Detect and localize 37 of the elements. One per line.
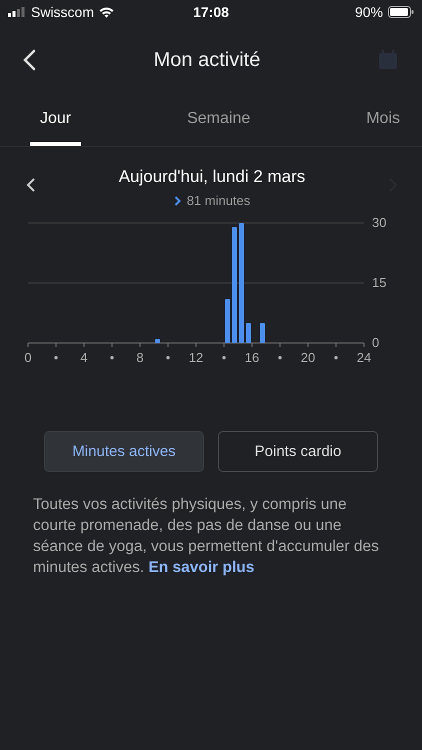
x-axis-label: • <box>166 350 170 365</box>
learn-more-link[interactable]: En savoir plus <box>148 559 254 576</box>
x-axis-label: 24 <box>356 350 372 365</box>
activity-bar <box>155 339 160 343</box>
battery-percent: 90% <box>354 4 383 20</box>
x-axis-label: • <box>222 350 226 365</box>
signal-icon <box>8 7 26 17</box>
y-axis-label: 0 <box>372 335 380 350</box>
chevron-icon <box>174 196 181 206</box>
wifi-icon <box>99 6 114 18</box>
x-axis-label: 0 <box>24 350 32 365</box>
activity-bar <box>260 323 265 343</box>
period-tab[interactable]: Mois <box>356 96 410 146</box>
x-axis-label: 12 <box>188 350 204 365</box>
y-axis-label: 30 <box>372 215 386 230</box>
x-axis-label: 20 <box>300 350 316 365</box>
metric-button[interactable]: Points cardio <box>218 431 378 472</box>
battery-icon <box>388 6 414 18</box>
x-axis-label: • <box>334 350 338 365</box>
x-axis-label: 16 <box>244 350 260 365</box>
clock-time: 17:08 <box>193 4 229 20</box>
period-tab[interactable]: Jour <box>30 96 82 146</box>
x-axis-label: • <box>110 350 114 365</box>
x-axis-label: • <box>54 350 58 365</box>
description-text: Toutes vos activités physiques, y compris une courte promenade, des pas de danse ou une séance de yoga, vous permettent d'accumuler des minutes actives. En savoir plus <box>33 495 380 578</box>
activity-bar <box>225 299 230 343</box>
metric-button[interactable]: Minutes actives <box>44 431 204 472</box>
minutes-total: 81 minutes <box>186 193 250 208</box>
x-axis-label: 8 <box>136 350 144 365</box>
date-title: Aujourd'hui, lundi 2 mars <box>118 167 306 187</box>
x-axis-label: • <box>278 350 282 365</box>
x-axis-label: 4 <box>80 350 88 365</box>
period-tab[interactable]: Semaine <box>177 96 260 146</box>
page-title: Mon activité <box>154 48 260 72</box>
carrier-name: Swisscom <box>31 4 94 20</box>
activity-bar <box>246 323 251 343</box>
y-axis-label: 15 <box>372 275 386 290</box>
